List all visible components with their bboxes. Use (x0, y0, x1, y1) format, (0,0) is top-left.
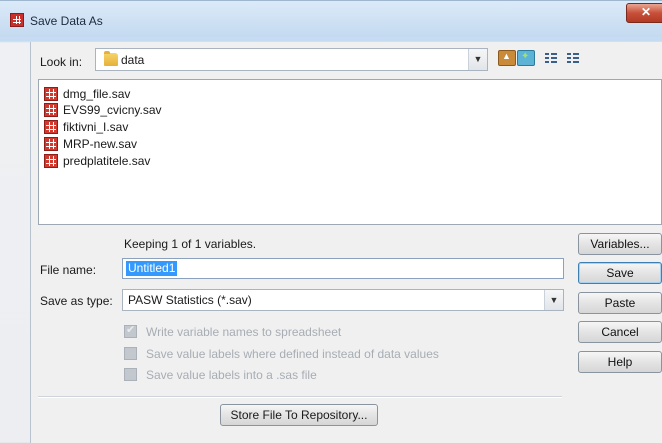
look-in-label: Look in: (40, 55, 83, 69)
file-name: EVS99_cvicny.sav (63, 103, 162, 117)
file-name-input[interactable]: Untitled1 (122, 258, 564, 279)
cancel-button[interactable]: Cancel (578, 321, 662, 343)
variables-button[interactable]: Variables... (578, 233, 662, 255)
look-in-combo[interactable]: data ▼ (95, 48, 488, 71)
help-button[interactable]: Help (578, 351, 662, 373)
file-list[interactable]: dmg_file.sav EVS99_cvicny.sav fiktivni_I… (38, 79, 662, 225)
chevron-down-icon[interactable]: ▼ (468, 49, 487, 70)
list-view-icon[interactable] (543, 50, 561, 66)
save-as-type-combo[interactable]: PASW Statistics (*.sav) ▼ (122, 289, 564, 311)
file-name: fiktivni_I.sav (63, 120, 129, 134)
checkbox-box (124, 323, 137, 338)
new-folder-icon[interactable] (517, 50, 535, 66)
checkbox-box (124, 368, 137, 381)
sav-file-icon (44, 103, 58, 117)
sav-file-icon (44, 87, 58, 101)
save-as-type-value: PASW Statistics (*.sav) (128, 293, 252, 307)
close-button[interactable]: ✕ (626, 3, 662, 23)
file-name-value: Untitled1 (126, 261, 178, 276)
file-name: dmg_file.sav (63, 87, 131, 101)
checkbox-box (124, 347, 137, 360)
file-name: MRP-new.sav (63, 137, 138, 151)
details-view-icon[interactable] (565, 50, 583, 66)
save-as-type-label: Save as type: (40, 294, 113, 308)
variables-kept-status: Keeping 1 of 1 variables. (124, 237, 257, 251)
checkbox-label: Save value labels where defined instead … (146, 347, 439, 361)
spss-data-icon (10, 13, 24, 27)
sav-file-icon (44, 137, 58, 151)
checkbox-label: Write variable names to spreadsheet (146, 325, 342, 339)
paste-button[interactable]: Paste (578, 292, 662, 314)
file-name-label: File name: (40, 263, 97, 277)
file-name: predplatitele.sav (63, 154, 151, 168)
dialog-title: Save Data As (30, 14, 103, 28)
checkbox-label: Save value labels into a .sas file (146, 368, 317, 382)
folder-icon (104, 51, 118, 66)
save-button[interactable]: Save (578, 262, 662, 284)
look-in-value: data (121, 53, 145, 67)
title-bar[interactable]: Save Data As ✕ (0, 1, 662, 37)
up-folder-icon[interactable] (498, 50, 516, 66)
store-file-to-repository-button[interactable]: Store File To Repository... (220, 404, 378, 426)
save-data-as-dialog: Save Data As ✕ Look in: data ▼ dmg_file.… (0, 0, 662, 443)
sav-file-icon (44, 154, 58, 168)
chevron-down-icon[interactable]: ▼ (544, 290, 563, 310)
sav-file-icon (44, 120, 58, 134)
divider (38, 396, 562, 398)
